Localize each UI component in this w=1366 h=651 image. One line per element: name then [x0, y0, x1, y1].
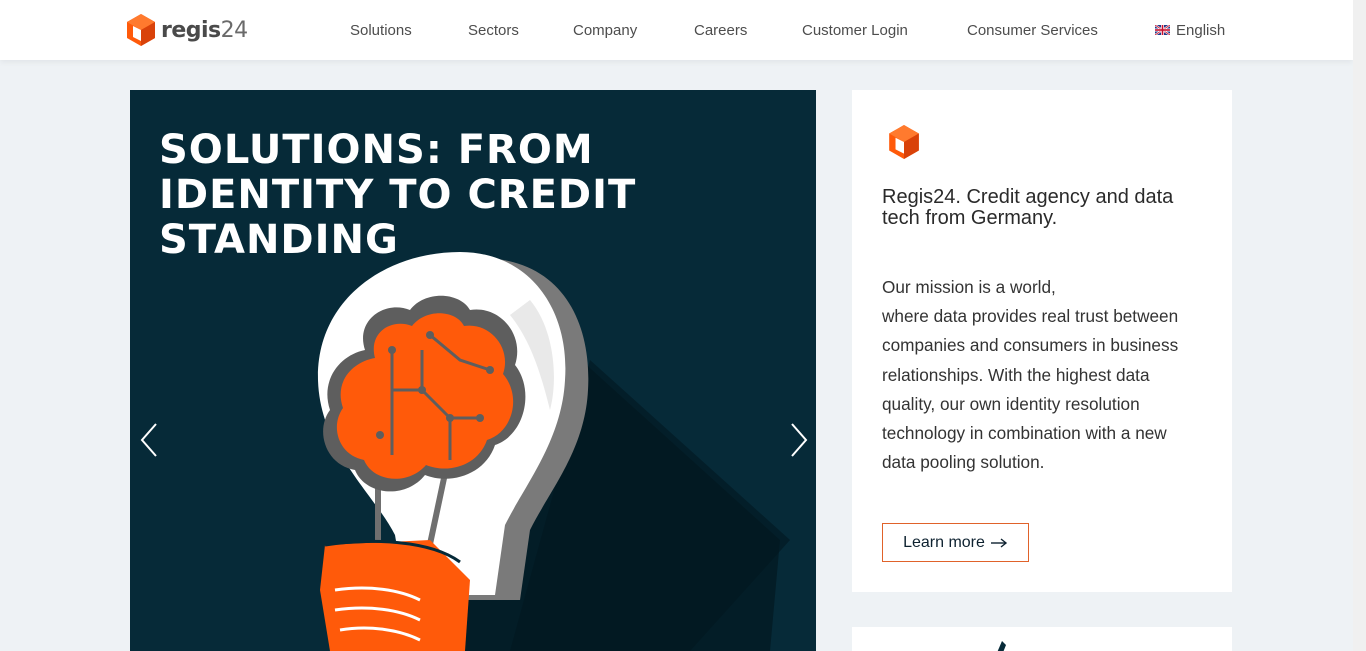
info-card: Regis24. Credit agency and data tech fro…	[852, 90, 1232, 592]
card-body-line: Our mission is a world,	[882, 277, 1056, 297]
slider-prev-button[interactable]	[138, 420, 162, 460]
card-body-line: technology in combination with a new	[882, 423, 1167, 444]
card-body-line: companies and consumers in business	[882, 335, 1179, 356]
scrollbar[interactable]	[1353, 0, 1366, 651]
partial-logo-icon	[997, 641, 1006, 651]
nav-careers[interactable]: Careers	[694, 22, 747, 39]
card-body: Our mission is a world, where data provi…	[882, 273, 1212, 477]
language-switcher[interactable]: English	[1155, 22, 1225, 39]
site-header: regis24 Solutions Sectors Company Career…	[0, 0, 1353, 60]
cube-logo-icon	[889, 125, 919, 159]
nav-consumer-services[interactable]: Consumer Services	[967, 22, 1098, 39]
uk-flag-icon	[1155, 25, 1170, 35]
learn-more-label: Learn more	[903, 533, 985, 551]
card-body-line: where data provides real trust between	[882, 306, 1179, 327]
main-nav: Solutions Sectors Company Careers Custom…	[0, 0, 1353, 60]
card-body-line: quality, our own identity resolution	[882, 393, 1140, 414]
chevron-right-icon	[791, 423, 808, 457]
learn-more-button[interactable]: Learn more	[882, 523, 1029, 562]
language-label: English	[1176, 22, 1226, 39]
nav-customer-login[interactable]: Customer Login	[802, 22, 908, 39]
nav-solutions[interactable]: Solutions	[350, 22, 412, 39]
hero-slider: SOLUTIONS: FROM IDENTITY TO CREDIT STAND…	[130, 90, 816, 651]
arrow-right-icon	[990, 537, 1008, 548]
card-body-line: relationships. With the highest data	[882, 364, 1150, 385]
chevron-left-icon	[140, 423, 157, 457]
nav-company[interactable]: Company	[573, 22, 637, 39]
nav-sectors[interactable]: Sectors	[468, 22, 519, 39]
card-heading: Regis24. Credit agency and data tech fro…	[882, 186, 1174, 229]
card-body-line: data pooling solution.	[882, 452, 1045, 473]
lightbulb-brain-illustration	[317, 252, 790, 651]
secondary-card	[852, 627, 1232, 651]
slider-next-button[interactable]	[786, 420, 810, 460]
